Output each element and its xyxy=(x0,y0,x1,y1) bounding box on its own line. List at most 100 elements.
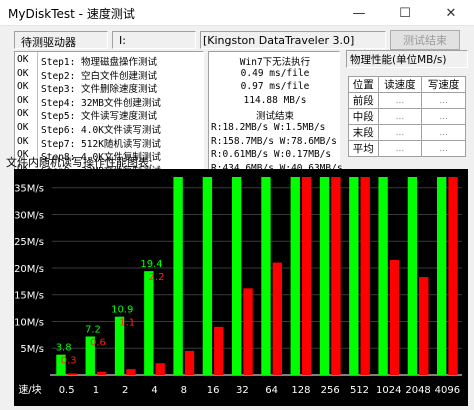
step-text: Step1: 物理磁盘操作测试 xyxy=(41,57,158,68)
read-bar xyxy=(349,177,359,375)
window-title: MyDiskTest - 速度测试 xyxy=(8,7,135,21)
step-status: OK xyxy=(17,108,29,120)
y-tick-label: 35M/s xyxy=(14,184,44,195)
step-status: OK xyxy=(17,122,29,133)
y-tick-label: 20M/s xyxy=(14,264,44,275)
write-bar xyxy=(448,177,458,375)
perf-col-pos: 位置 xyxy=(348,76,379,93)
read-bar xyxy=(231,177,242,375)
info-line: 114.88 MB/s xyxy=(243,94,307,106)
perf-read: ... xyxy=(377,92,423,109)
step-status: OK xyxy=(17,81,29,93)
y-tick-label: 5M/s xyxy=(20,344,44,355)
client-area: 待测驱动器 I: [Kingston DataTraveler 3.0] 测试结… xyxy=(0,26,474,410)
result-info-panel: Win7下无法执行 0.49 ms/file 0.97 ms/file 114.88 … xyxy=(208,51,343,177)
close-icon[interactable]: ✕ xyxy=(428,0,474,26)
read-bar xyxy=(202,177,213,375)
write-bar xyxy=(301,177,312,375)
chart-title: 文件内随机读写操作性能图表: xyxy=(6,156,153,169)
perf-col-read: 读速度 xyxy=(377,76,423,93)
x-tick-label: 4096 xyxy=(435,385,460,396)
write-bar xyxy=(360,177,370,375)
perf-write: ... xyxy=(421,124,466,141)
info-line: 测试结束 xyxy=(255,111,294,123)
info-line: R:158.7MB/s W:78.6MB/s xyxy=(211,135,337,147)
end-test-button[interactable]: 测试结束 xyxy=(390,30,460,50)
step-status: OK xyxy=(17,67,29,79)
perf-row: 平均 ... ... xyxy=(348,140,466,157)
info-line: R:0.61MB/s W:0.17MB/s xyxy=(211,149,332,161)
title-bar: MyDiskTest - 速度测试 — ☐ ✕ xyxy=(0,0,474,26)
x-tick-label: 512 xyxy=(350,385,369,396)
maximize-icon[interactable]: ☐ xyxy=(382,0,428,26)
x-tick-label: 32 xyxy=(236,385,249,396)
write-bar xyxy=(272,262,283,375)
write-bar xyxy=(214,326,224,375)
perf-read: ... xyxy=(377,140,423,157)
info-line: Win7下无法执行 xyxy=(239,57,311,68)
perf-write: ... xyxy=(421,92,466,109)
info-line: 0.97 ms/file xyxy=(240,81,310,93)
x-axis-label: 速/块 xyxy=(18,384,41,396)
info-line: 0.49 ms/file xyxy=(240,67,310,79)
x-tick-label: 0.5 xyxy=(59,385,75,396)
step-text: Step6: 4.0K文件读写测试 xyxy=(41,125,161,136)
perf-table: 位置 读速度 写速度 前段 ... ... 中段 ... ... 末段 ... … xyxy=(348,76,466,157)
y-tick-label: 25M/s xyxy=(14,237,44,248)
write-value-label: 0.3 xyxy=(61,356,77,367)
drive-letter: I: xyxy=(119,34,126,47)
perf-row: 前段 ... ... xyxy=(348,92,466,109)
read-value-label: 19.4 xyxy=(140,259,162,270)
random-rw-chart: 5M/s 10M/s 15M/s 20M/s 25M/s 30M/s 35M/s 0.5 1 2 4… xyxy=(14,169,468,406)
write-bar xyxy=(126,369,136,375)
x-tick-label: 2 xyxy=(122,385,128,396)
read-bar xyxy=(144,271,154,375)
x-tick-label: 1 xyxy=(93,385,99,396)
read-bar xyxy=(407,177,418,375)
perf-row: 末段 ... ... xyxy=(348,124,466,141)
step-text: Step2: 空白文件创建测试 xyxy=(41,70,158,82)
read-value-label: 7.2 xyxy=(85,324,101,335)
y-tick-label: 30M/s xyxy=(14,210,44,221)
x-tick-label: 4 xyxy=(151,385,157,396)
perf-pos: 前段 xyxy=(348,92,379,109)
write-bar xyxy=(419,277,429,375)
step-status: OK xyxy=(17,54,29,65)
x-tick-label: 1024 xyxy=(376,385,401,396)
step-status: OK xyxy=(17,135,29,147)
step-status: OK xyxy=(17,94,29,106)
x-tick-label: 64 xyxy=(265,385,278,396)
write-value-label: 2.2 xyxy=(149,272,165,283)
perf-pos: 中段 xyxy=(348,108,379,125)
read-bar xyxy=(290,177,300,375)
step-text: Step7: 512K随机读写测试 xyxy=(41,138,161,150)
info-line: R:18.2MB/s W:1.5MB/s xyxy=(211,122,326,133)
perf-pos: 末段 xyxy=(348,124,379,141)
write-bar xyxy=(155,363,165,375)
read-bar xyxy=(319,177,330,375)
write-value-label: 1.1 xyxy=(119,318,135,329)
perf-col-write: 写速度 xyxy=(421,76,466,93)
step-text: Step5: 文件读写速度测试 xyxy=(41,111,158,123)
write-bar xyxy=(96,371,107,375)
read-bar xyxy=(173,177,183,375)
write-bar xyxy=(243,288,253,375)
x-tick-label: 8 xyxy=(181,385,187,396)
x-tick-label: 16 xyxy=(207,385,220,396)
perf-read: ... xyxy=(377,124,423,141)
drive-letter-field[interactable]: I: xyxy=(112,31,196,49)
perf-write: ... xyxy=(421,140,466,157)
read-value-label: 3.8 xyxy=(56,343,72,354)
read-bar xyxy=(261,177,271,375)
x-tick-label: 128 xyxy=(291,385,310,396)
minimize-icon[interactable]: — xyxy=(336,0,382,26)
read-bar xyxy=(436,177,447,375)
y-tick-label: 15M/s xyxy=(14,291,44,302)
perf-pos: 平均 xyxy=(348,140,379,157)
step-text: Step3: 文件删除速度测试 xyxy=(41,84,158,96)
perf-read: ... xyxy=(377,108,423,125)
write-bar xyxy=(331,177,341,375)
write-value-label: 0.6 xyxy=(90,337,106,348)
step-text: Step4: 32MB文件创建测试 xyxy=(41,97,161,109)
perf-header-row: 位置 读速度 写速度 xyxy=(348,76,466,93)
